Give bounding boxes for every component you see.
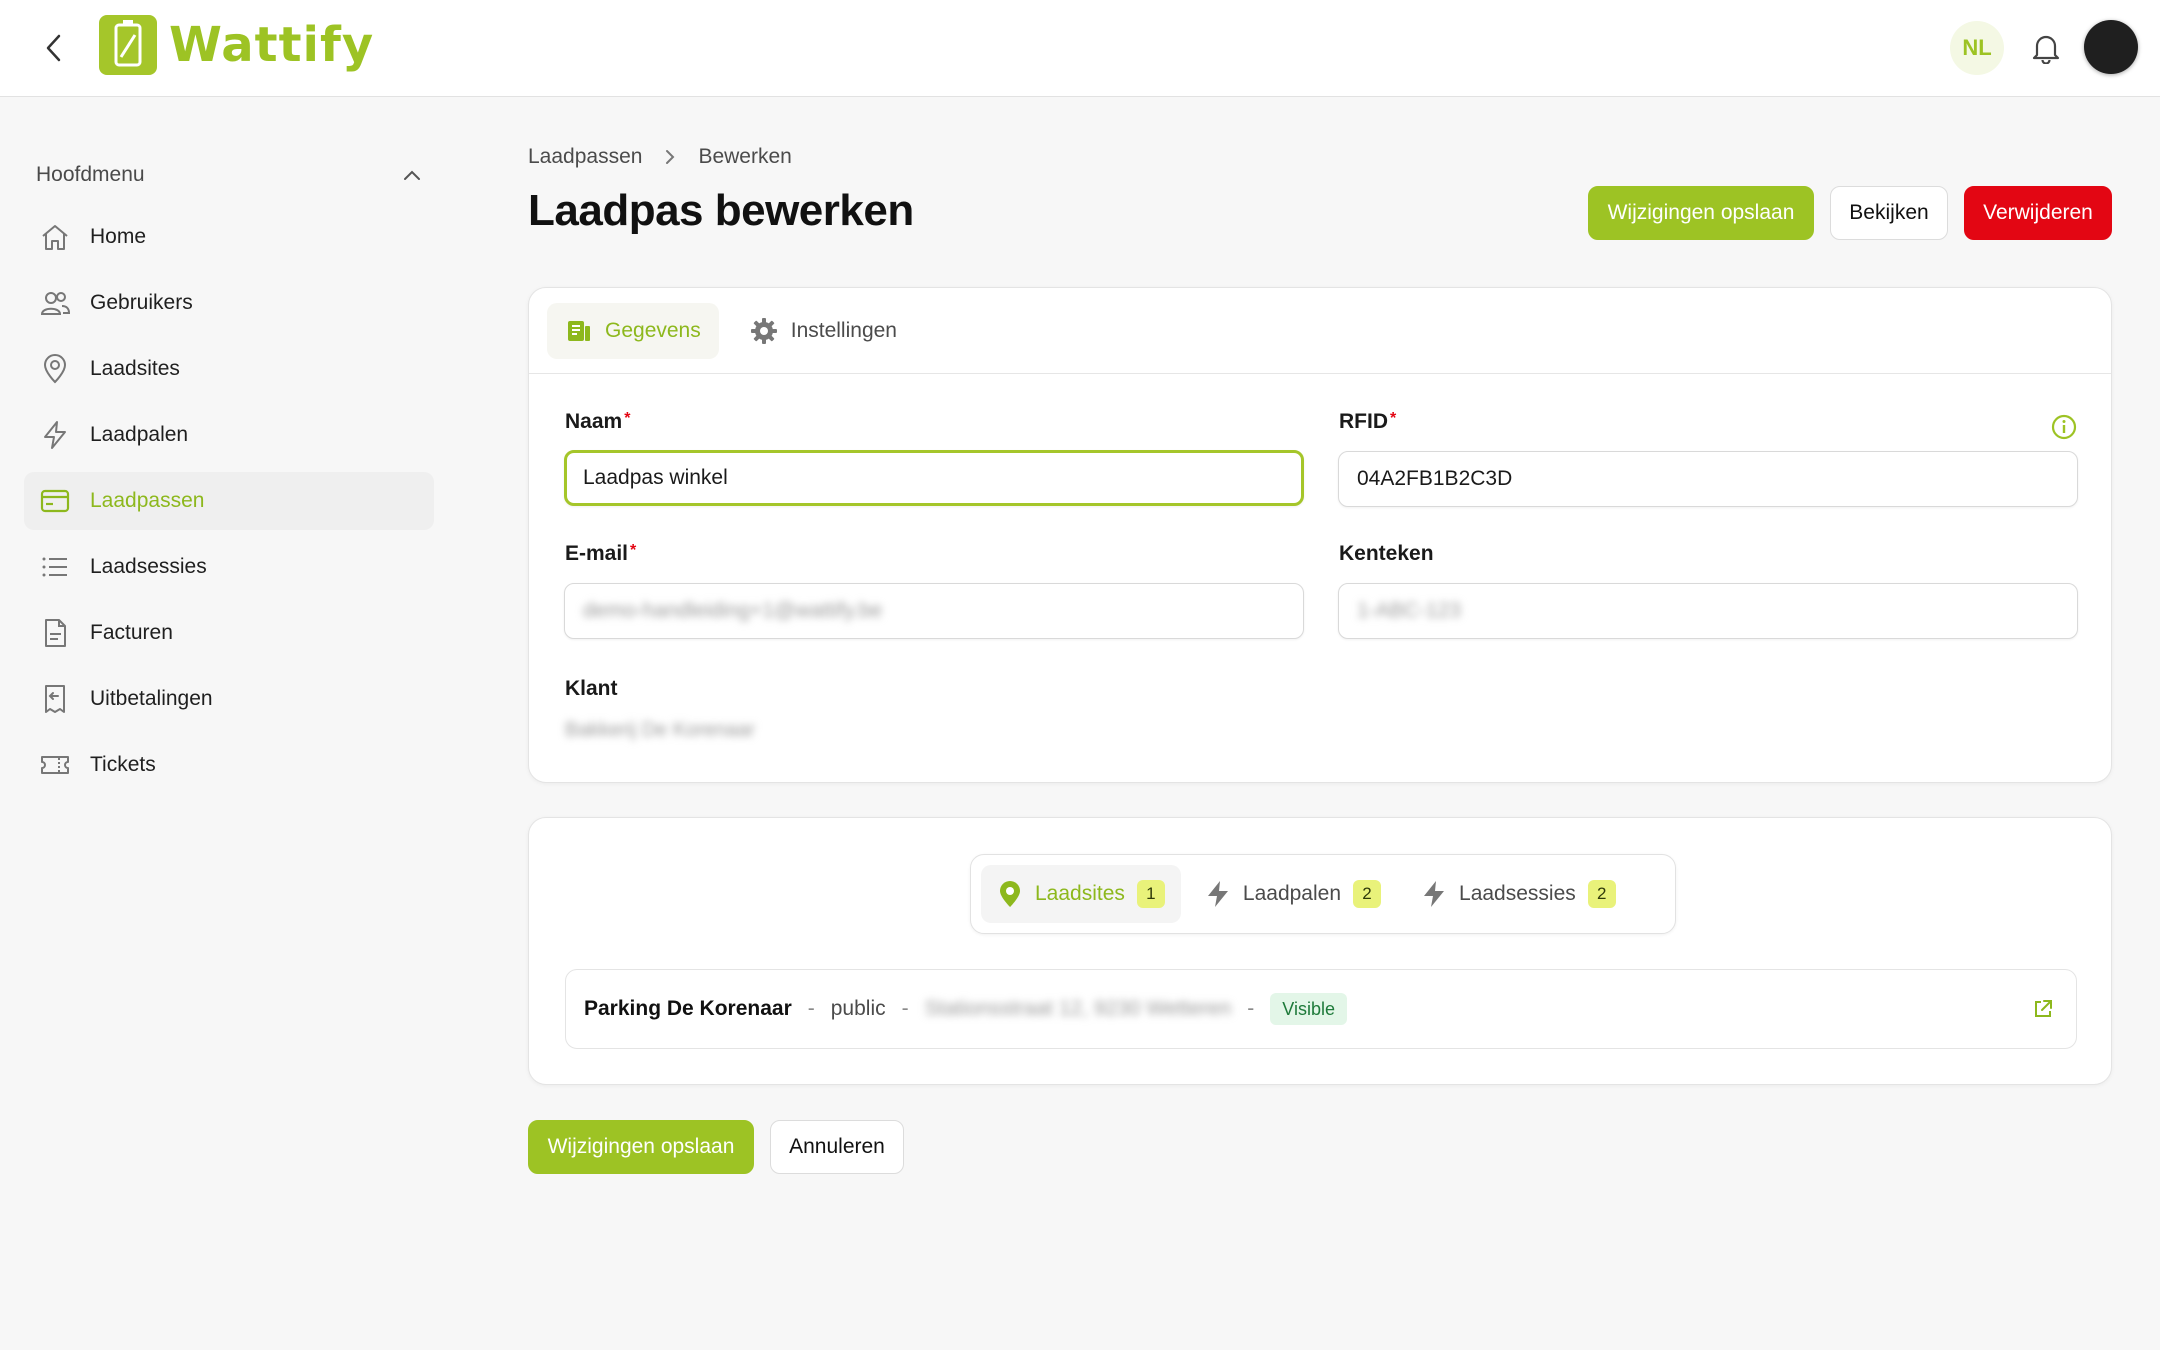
logo-text: Wattify — [169, 17, 375, 73]
tab-laadsites[interactable]: Laadsites 1 — [981, 865, 1181, 923]
save-button[interactable]: Wijzigingen opslaan — [1588, 186, 1814, 240]
lightning-icon — [1421, 879, 1447, 909]
sidebar-item-label: Uitbetalingen — [90, 687, 213, 710]
sidebar-item-label: Gebruikers — [90, 291, 193, 314]
customer-value: Bakkerij De Korenaar — [565, 719, 756, 741]
breadcrumb-item-laadpassen[interactable]: Laadpassen — [528, 145, 642, 169]
tab-label: Laadsessies — [1459, 882, 1576, 905]
form-actions: Wijzigingen opslaan Annuleren — [528, 1120, 904, 1174]
card-icon — [38, 484, 72, 518]
sidebar-item-label: Facturen — [90, 621, 173, 644]
gear-icon — [749, 316, 779, 346]
main-menu-header[interactable]: Hoofdmenu — [24, 150, 434, 200]
info-icon[interactable] — [2049, 412, 2079, 442]
separator: - — [807, 997, 815, 1020]
cancel-button[interactable]: Annuleren — [770, 1120, 904, 1174]
site-type: public — [830, 997, 886, 1020]
chevron-left-icon — [46, 34, 61, 62]
breadcrumb: Laadpassen Bewerken — [528, 145, 792, 169]
plate-label: Kenteken — [1339, 542, 1434, 565]
language-switcher[interactable]: NL — [1950, 21, 2004, 75]
sidebar-item-laadpalen[interactable]: Laadpalen — [24, 406, 434, 464]
sidebar-item-tickets[interactable]: Tickets — [24, 736, 434, 794]
ticket-icon — [38, 748, 72, 782]
plate-value: 1-ABC-123 — [1357, 599, 1461, 622]
header-actions: Wijzigingen opslaan Bekijken Verwijderen — [1588, 186, 2112, 240]
customer-label: Klant — [565, 677, 618, 700]
users-icon — [38, 286, 72, 320]
lightning-icon — [38, 418, 72, 452]
related-card: Laadsites 1 Laadpalen 2 Laadsessies 2 Pa… — [528, 817, 2112, 1085]
list-icon — [38, 550, 72, 584]
name-input[interactable] — [564, 450, 1304, 506]
battery-logo-icon — [99, 15, 157, 75]
related-tabs: Laadsites 1 Laadpalen 2 Laadsessies 2 — [970, 854, 1676, 934]
email-field[interactable]: demo-handleiding+1@wattify.be — [564, 583, 1304, 639]
name-label: Naam * — [565, 410, 631, 433]
status-badge: Visible — [1270, 993, 1347, 1025]
tab-label: Instellingen — [790, 318, 897, 342]
sidebar-item-facturen[interactable]: Facturen — [24, 604, 434, 662]
sidebar-item-home[interactable]: Home — [24, 208, 434, 266]
page-title: Laadpas bewerken — [528, 186, 914, 235]
home-icon — [38, 220, 72, 254]
site-name: Parking De Korenaar — [584, 997, 792, 1020]
plate-field[interactable]: 1-ABC-123 — [1338, 583, 2078, 639]
main-menu-title: Hoofdmenu — [36, 163, 145, 186]
sidebar-item-label: Laadsites — [90, 357, 180, 380]
separator: - — [901, 997, 909, 1020]
external-link-button[interactable] — [2028, 994, 2058, 1024]
sidebar-item-label: Laadsessies — [90, 555, 207, 578]
sidebar: Hoofdmenu Home Gebruikers Laadsites Laad… — [24, 150, 434, 794]
delete-button[interactable]: Verwijderen — [1964, 186, 2112, 240]
count-badge: 2 — [1587, 880, 1616, 908]
email-value: demo-handleiding+1@wattify.be — [583, 599, 883, 622]
sidebar-item-label: Tickets — [90, 753, 156, 776]
details-tabs: Gegevens Instellingen — [529, 288, 2111, 374]
map-pin-icon — [997, 880, 1023, 908]
tab-laadpalen[interactable]: Laadpalen 2 — [1189, 865, 1397, 923]
top-bar: Wattify NL — [0, 0, 2160, 97]
map-pin-icon — [38, 352, 72, 386]
list-item[interactable]: Parking De Korenaar - public - Stationss… — [565, 969, 2077, 1049]
breadcrumb-item-bewerken: Bewerken — [698, 145, 792, 168]
sidebar-item-laadsessies[interactable]: Laadsessies — [24, 538, 434, 596]
rfid-label: RFID * — [1339, 410, 1397, 433]
tab-label: Laadpalen — [1242, 882, 1342, 905]
tab-gegevens[interactable]: Gegevens — [547, 302, 719, 359]
tab-instellingen[interactable]: Instellingen — [731, 303, 915, 359]
bell-icon — [2032, 35, 2060, 64]
count-badge: 2 — [1353, 880, 1382, 908]
external-link-icon — [2035, 1000, 2052, 1017]
save-button-bottom[interactable]: Wijzigingen opslaan — [528, 1120, 754, 1174]
tab-label: Gegevens — [605, 318, 701, 342]
rfid-input[interactable] — [1338, 451, 2078, 507]
sidebar-item-label: Laadpalen — [90, 423, 189, 446]
details-card: Gegevens Instellingen Naam* RFID* E-mail… — [528, 287, 2112, 783]
site-address: Stationsstraat 12, 9230 Wetteren — [924, 997, 1232, 1020]
user-avatar[interactable] — [2084, 20, 2138, 74]
sidebar-item-label: Laadpassen — [90, 489, 205, 512]
email-label: E-mail * — [565, 542, 637, 565]
tab-label: Laadsites — [1035, 882, 1125, 905]
tab-laadsessies[interactable]: Laadsessies 2 — [1405, 865, 1632, 923]
separator: - — [1247, 997, 1255, 1020]
back-button[interactable] — [36, 30, 72, 66]
sidebar-item-users[interactable]: Gebruikers — [24, 274, 434, 332]
sidebar-item-label: Home — [90, 225, 147, 248]
sidebar-item-laadpassen[interactable]: Laadpassen — [24, 472, 434, 530]
lightning-icon — [1205, 879, 1231, 909]
chevron-right-icon — [664, 148, 676, 166]
receipt-icon — [38, 682, 72, 716]
sidebar-item-laadsites[interactable]: Laadsites — [24, 340, 434, 398]
sidebar-item-uitbetalingen[interactable]: Uitbetalingen — [24, 670, 434, 728]
count-badge: 1 — [1136, 880, 1165, 908]
chevron-up-icon — [404, 170, 420, 180]
notifications-button[interactable] — [2026, 28, 2066, 68]
document-icon — [565, 317, 593, 345]
app-logo[interactable]: Wattify — [99, 14, 374, 76]
invoice-icon — [38, 616, 72, 650]
view-button[interactable]: Bekijken — [1830, 186, 1948, 240]
